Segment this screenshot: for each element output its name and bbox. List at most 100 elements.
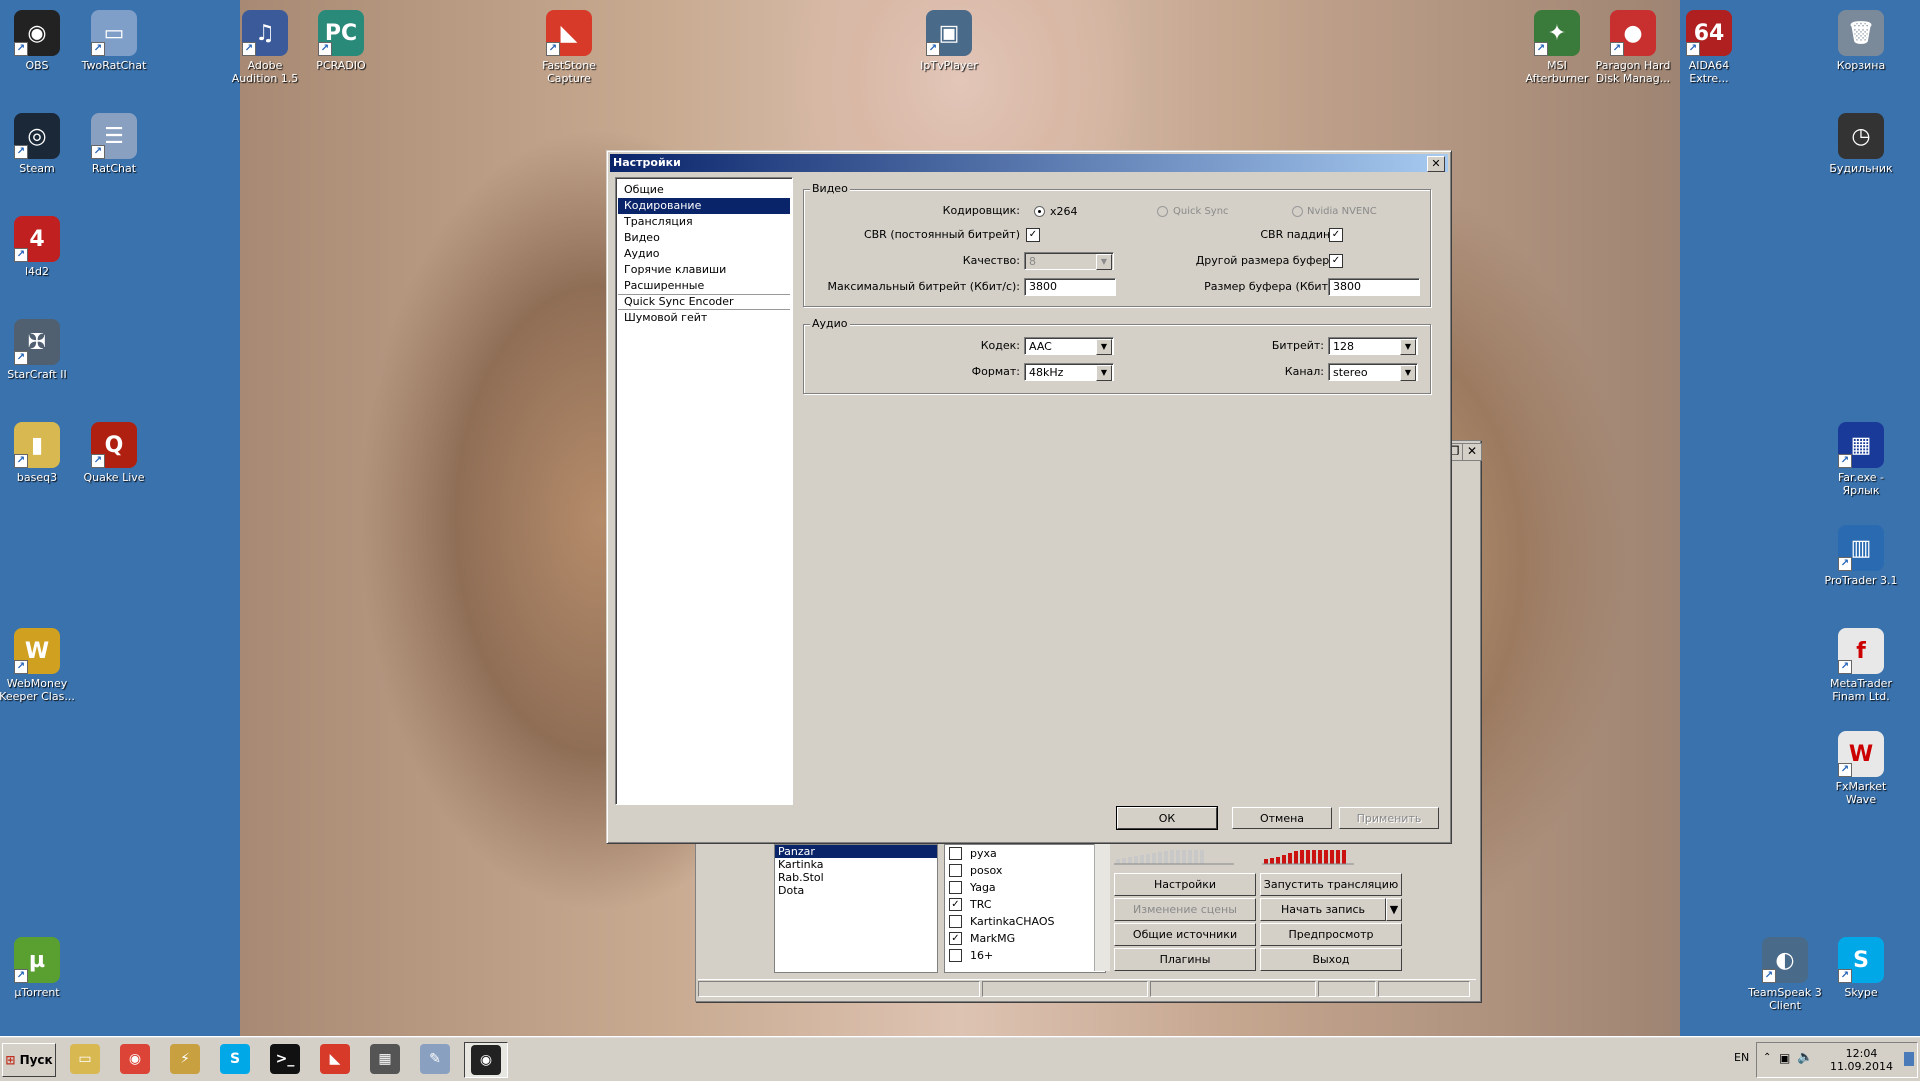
start-record-button[interactable]: Начать запись (1260, 898, 1386, 921)
nav-item-advanced[interactable]: Расширенные (618, 278, 790, 294)
start-stream-button[interactable]: Запустить трансляцию (1260, 873, 1402, 896)
desktop-icon-skype[interactable]: SSkype (1821, 937, 1901, 999)
nav-item-encoding[interactable]: Кодирование (618, 198, 790, 214)
cbr-padding-checkbox[interactable]: ✓ (1329, 228, 1343, 242)
desktop-icon-l4d2[interactable]: 4l4d2 (0, 216, 77, 278)
desktop-icon-baseq3[interactable]: ▮baseq3 (0, 422, 77, 484)
source-item[interactable]: Yaga (945, 879, 1105, 896)
source-item[interactable]: ✓ TRC (945, 896, 1105, 913)
language-indicator[interactable]: EN (1734, 1051, 1749, 1064)
desktop-icon-pcradio[interactable]: PCPCRADIO (301, 10, 381, 72)
desktop-icon-obs[interactable]: ◉OBS (0, 10, 77, 72)
desktop-icon-utorrent[interactable]: µµTorrent (0, 937, 77, 999)
scene-item[interactable]: Kartinka (775, 858, 937, 871)
obs-close-button[interactable]: ✕ (1462, 443, 1482, 461)
apply-button[interactable]: Применить (1339, 807, 1439, 829)
codec-select[interactable]: AAC ▼ (1024, 337, 1114, 355)
source-checkbox[interactable] (949, 847, 962, 860)
source-checkbox[interactable]: ✓ (949, 898, 962, 911)
source-checkbox[interactable] (949, 864, 962, 877)
cbr-checkbox[interactable]: ✓ (1026, 228, 1040, 242)
source-checkbox[interactable] (949, 915, 962, 928)
ok-button[interactable]: ОК (1116, 806, 1218, 830)
encoder-radio-x264[interactable] (1034, 206, 1045, 217)
desktop-icon-tworatchat[interactable]: ▭TwoRatChat (74, 10, 154, 72)
nav-item-audio[interactable]: Аудио (618, 246, 790, 262)
desktop-icon-protrader[interactable]: ▥ProTrader 3.1 (1821, 525, 1901, 587)
desktop-icon-steam[interactable]: ◎Steam (0, 113, 77, 175)
source-item[interactable]: 16+ (945, 947, 1105, 964)
preview-button[interactable]: Предпросмотр (1260, 923, 1402, 946)
taskbar-paint[interactable]: ✎ (414, 1042, 456, 1076)
nav-item-quick-sync[interactable]: Quick Sync Encoder (618, 294, 790, 310)
taskbar-winamp[interactable]: ⚡ (164, 1042, 206, 1076)
scene-item[interactable]: Rab.Stol (775, 871, 937, 884)
cancel-button[interactable]: Отмена (1232, 807, 1332, 829)
max-bitrate-input[interactable] (1024, 278, 1116, 296)
taskbar-media-player[interactable]: ▦ (364, 1042, 406, 1076)
channel-select[interactable]: stereo ▼ (1328, 363, 1418, 381)
custom-buffer-checkbox[interactable]: ✓ (1329, 254, 1343, 268)
encoder-radio-nvenc[interactable] (1292, 206, 1303, 217)
source-checkbox[interactable] (949, 881, 962, 894)
encoder-option-quicksync[interactable]: Quick Sync (1173, 203, 1229, 221)
format-select[interactable]: 48kHz ▼ (1024, 363, 1114, 381)
nav-item-noise-gate[interactable]: Шумовой гейт (618, 310, 790, 326)
source-checkbox[interactable]: ✓ (949, 932, 962, 945)
desktop-icon-metatrader[interactable]: fMetaTrader Finam Ltd. (1821, 628, 1901, 703)
settings-nav-list[interactable]: Общие Кодирование Трансляция Видео Аудио… (615, 177, 793, 805)
desktop-icon-quake-live[interactable]: QQuake Live (74, 422, 154, 484)
source-item[interactable]: KartinkaCHAOS (945, 913, 1105, 930)
global-sources-button[interactable]: Общие источники (1114, 923, 1256, 946)
volume-icon[interactable]: 🔈 (1797, 1050, 1813, 1065)
exit-button[interactable]: Выход (1260, 948, 1402, 971)
source-item[interactable]: posox (945, 862, 1105, 879)
desktop-icon-iptvplayer[interactable]: ▣IpTvPlayer (909, 10, 989, 72)
nav-item-broadcast[interactable]: Трансляция (618, 214, 790, 230)
obs-settings-button[interactable]: Настройки (1114, 873, 1256, 896)
edit-scene-button[interactable]: Изменение сцены (1114, 898, 1256, 921)
nav-item-hotkeys[interactable]: Горячие клавиши (618, 262, 790, 278)
desktop-icon-starcraft[interactable]: ✠StarCraft II (0, 319, 77, 381)
scene-item[interactable]: Dota (775, 884, 937, 897)
taskbar-explorer[interactable]: ▭ (64, 1042, 106, 1076)
plugins-button[interactable]: Плагины (1114, 948, 1256, 971)
desktop-icon-webmoney[interactable]: WWebMoney Keeper Clas... (0, 628, 77, 703)
scene-item[interactable]: Panzar (775, 845, 937, 858)
network-icon[interactable]: ▣ (1779, 1051, 1790, 1065)
taskbar-skype[interactable]: S (214, 1042, 256, 1076)
desktop-icon-paragon[interactable]: ●Paragon Hard Disk Manag... (1593, 10, 1673, 85)
source-checkbox[interactable] (949, 949, 962, 962)
desktop-icon-recycle-bin[interactable]: 🗑 Корзина (1821, 10, 1901, 72)
show-desktop-button[interactable] (1904, 1052, 1914, 1066)
tray-expand-icon[interactable]: ⌃ (1763, 1052, 1771, 1063)
desktop-icon-fxmarket[interactable]: WFxMarket Wave (1821, 731, 1901, 806)
source-item[interactable]: ✓ MarkMG (945, 930, 1105, 947)
taskbar-cmd[interactable]: >_ (264, 1042, 306, 1076)
nav-item-general[interactable]: Общие (618, 182, 790, 198)
source-list[interactable]: руха posox Yaga ✓ TRC KartinkaCHAOS ✓ Mark… (944, 844, 1106, 973)
desktop-icon-msi-afterburner[interactable]: ✦MSI Afterburner (1517, 10, 1597, 85)
dialog-titlebar[interactable]: Настройки ✕ (610, 154, 1448, 172)
clock[interactable]: 12:04 11.09.2014 (1830, 1047, 1893, 1073)
desktop-icon-aida64[interactable]: 64AIDA64 Extre... (1669, 10, 1749, 85)
source-item[interactable]: руха (945, 845, 1105, 862)
close-button[interactable]: ✕ (1427, 156, 1445, 172)
desktop-icon-faststone[interactable]: ◣FastStone Capture (529, 10, 609, 85)
desktop-icon-teamspeak[interactable]: ◐TeamSpeak 3 Client (1745, 937, 1825, 1012)
nav-item-video[interactable]: Видео (618, 230, 790, 246)
encoder-option-nvenc[interactable]: Nvidia NVENC (1307, 203, 1377, 221)
taskbar-chrome[interactable]: ◉ (114, 1042, 156, 1076)
desktop-icon-adobe-audition[interactable]: ♫Adobe Audition 1.5 (225, 10, 305, 85)
desktop-icon-ratchat[interactable]: ☰RatChat (74, 113, 154, 175)
record-dropdown-arrow[interactable]: ▼ (1386, 898, 1402, 921)
scene-list[interactable]: Panzar Kartinka Rab.Stol Dota (774, 844, 938, 973)
encoder-radio-quicksync[interactable] (1157, 206, 1168, 217)
taskbar-obs[interactable]: ◉ (464, 1042, 508, 1078)
desktop-icon-alarm[interactable]: ◷ Будильник (1821, 113, 1901, 175)
encoder-option-x264[interactable]: x264 (1050, 203, 1078, 221)
buffer-size-input[interactable] (1328, 278, 1420, 296)
source-list-scrollbar[interactable] (1094, 844, 1110, 971)
taskbar-faststone[interactable]: ◣ (314, 1042, 356, 1076)
audio-bitrate-select[interactable]: 128 ▼ (1328, 337, 1418, 355)
